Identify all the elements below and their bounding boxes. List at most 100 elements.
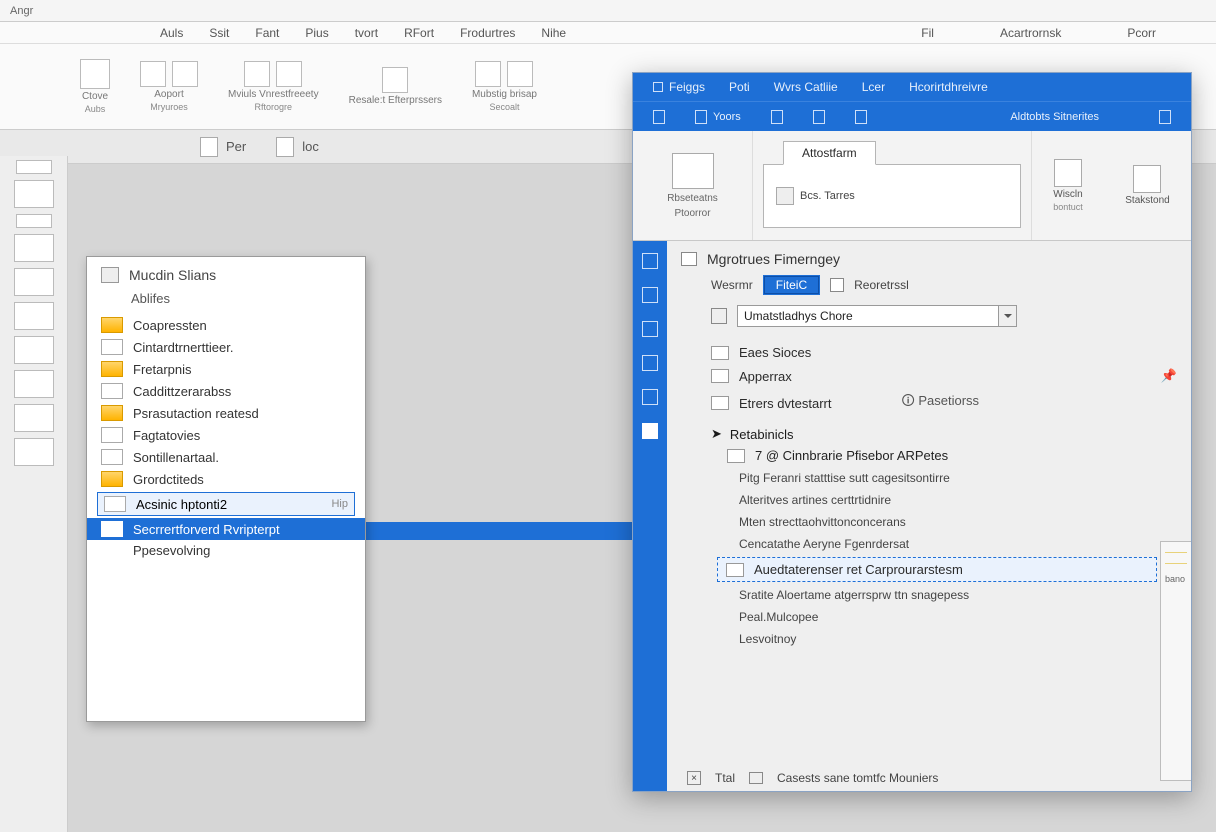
bg-menu-item[interactable]: Acartrornsk <box>1000 26 1061 40</box>
panel-list-item[interactable]: Lesvoitnoy <box>681 628 1177 650</box>
document-icon <box>200 137 218 157</box>
menu-item[interactable]: Grordctiteds <box>87 468 365 490</box>
win-menu-item[interactable]: Feiggs <box>653 80 705 94</box>
bg-menu-item[interactable]: tvort <box>355 26 378 40</box>
menu-item[interactable]: Coapressten <box>87 314 365 336</box>
strip-thumb[interactable] <box>14 234 54 262</box>
ribbon-group[interactable]: Ctove Aubs <box>80 59 110 114</box>
bg-menu-item[interactable]: Nihe <box>541 26 566 40</box>
panel-list-item[interactable]: Peal.Mulcopee <box>681 606 1177 628</box>
bg-menu-item[interactable]: Auls <box>160 26 183 40</box>
ribbon-left-group[interactable]: Rbseteatns Ptoorror <box>633 131 753 240</box>
panel-list-item[interactable]: Cencatathe Aeryne Fgenrdersat <box>681 533 1177 555</box>
menu-item-selected[interactable]: Secrrertforverd Rvripterpt <box>87 518 365 540</box>
panel-row-label: Lesvoitnoy <box>739 632 796 646</box>
bg-menu-item[interactable]: Fant <box>255 26 279 40</box>
bg-menu-item[interactable]: Fil <box>921 26 934 40</box>
panel-tab[interactable]: Wesrmr <box>711 278 753 292</box>
rail-button-selected[interactable] <box>642 423 658 439</box>
toolbar-button[interactable] <box>771 110 783 124</box>
toolbar-button[interactable]: Aldtobts Sitnerites <box>1010 111 1099 123</box>
toolbar-button[interactable] <box>653 110 665 124</box>
toolbar-button[interactable]: Yoors <box>695 110 741 124</box>
bg-menu-item[interactable]: Frodurtres <box>460 26 515 40</box>
win-menu-item[interactable]: Wvrs Catliie <box>774 80 838 94</box>
panel-list-item[interactable]: Mten strecttaohvittonconcerans <box>681 511 1177 533</box>
bg-menu-item[interactable]: Ssit <box>209 26 229 40</box>
options-icon[interactable] <box>830 278 844 292</box>
strip-thumb[interactable] <box>14 370 54 398</box>
toolbar-button[interactable] <box>855 110 867 124</box>
toolbar-button[interactable] <box>1159 110 1171 124</box>
menu-item[interactable]: Sontillenartaal. <box>87 446 365 468</box>
win-menu-item[interactable]: Poti <box>729 80 750 94</box>
panel-list-item[interactable]: Pitg Feranri statttise sutt cagesitsonti… <box>681 467 1177 489</box>
menu-item[interactable]: Psrasutaction reatesd <box>87 402 365 424</box>
panel-tab-selected[interactable]: FiteiC <box>763 275 820 295</box>
toolbar-button[interactable]: loc <box>276 137 319 157</box>
menu-item[interactable]: Caddittzerarabss <box>87 380 365 402</box>
close-icon[interactable]: × <box>687 771 701 785</box>
side-rail <box>633 241 667 791</box>
bg-menu-item[interactable]: RFort <box>404 26 434 40</box>
bg-menu-item[interactable]: Pcorr <box>1127 26 1156 40</box>
pin-icon[interactable]: 📌 <box>1161 368 1177 384</box>
strip-thumb[interactable] <box>14 180 54 208</box>
panel-row-label: Pitg Feranri statttise sutt cagesitsonti… <box>739 471 950 485</box>
panel-row[interactable]: Etrers dvtestarrt🛈 Pasetiorss <box>681 388 1177 418</box>
rail-button[interactable] <box>642 287 658 303</box>
strip-thumb[interactable] <box>16 214 52 228</box>
combo-box[interactable]: Umatstladhys Chore <box>737 305 1017 327</box>
panel-row-label: Sratite Aloertame atgerrsprw ttn snagepe… <box>739 588 969 602</box>
panel-row[interactable]: Apperrax📌 <box>681 364 1177 388</box>
strip-thumb[interactable] <box>14 268 54 296</box>
ribbon-group[interactable]: Mubstig brisap Secoalt <box>472 61 537 112</box>
rail-button[interactable] <box>642 321 658 337</box>
panel-row[interactable]: Eaes Sioces <box>681 341 1177 364</box>
menu-item[interactable]: Fretarpnis <box>87 358 365 380</box>
strip-thumb[interactable] <box>14 438 54 466</box>
grid-icon <box>776 187 794 205</box>
panel-list-item-highlight[interactable]: Auedtaterenser ret Carprourarstesm <box>717 557 1157 582</box>
strip-thumb[interactable] <box>14 336 54 364</box>
panel-title: Mgrotrues Fimerngey <box>681 251 1177 267</box>
toolbar-button[interactable]: Per <box>200 137 246 157</box>
side-panel: Mgrotrues Fimerngey Wesrmr FiteiC Reoret… <box>667 241 1191 791</box>
ribbon-tab-active[interactable]: Attostfarm <box>783 141 876 165</box>
ribbon-group[interactable]: Aoport Mryuroes <box>140 61 198 112</box>
toolbar-button[interactable] <box>813 110 825 124</box>
panel-list-item[interactable]: Alteritves artines certtrtidnire <box>681 489 1177 511</box>
win-body: Mgrotrues Fimerngey Wesrmr FiteiC Reoret… <box>633 241 1191 791</box>
chevron-down-icon[interactable] <box>998 306 1016 326</box>
rail-button[interactable] <box>642 253 658 269</box>
right-peek-panel: bano <box>1160 541 1191 781</box>
ribbon-command[interactable]: Bcs. Tarres <box>776 187 855 205</box>
toolbar-label: Per <box>226 139 246 154</box>
win-menu-item[interactable]: Hcorirtdhreivre <box>909 80 988 94</box>
menu-item[interactable]: Ppesevolving <box>87 540 365 561</box>
menu-item[interactable]: Fagtatovies <box>87 424 365 446</box>
panel-list-item[interactable]: 7 @ Cinnbrarie Pfisebor ARPetes <box>681 444 1177 467</box>
ribbon-label: Mubstig brisap <box>472 89 537 100</box>
strip-thumb[interactable] <box>14 302 54 330</box>
ribbon-command[interactable]: Stakstond <box>1125 165 1169 206</box>
win-toolbar: Yoors Aldtobts Sitnerites <box>633 101 1191 131</box>
panel-list-item[interactable]: Sratite Aloertame atgerrsprw ttn snagepe… <box>681 584 1177 606</box>
ribbon-sublabel: Secoalt <box>489 102 519 112</box>
ruler-icon <box>813 110 825 124</box>
rail-button[interactable] <box>642 389 658 405</box>
strip-thumb[interactable] <box>16 160 52 174</box>
strip-thumb[interactable] <box>14 404 54 432</box>
ribbon-group[interactable]: Resale:t Efterprssers <box>349 67 442 106</box>
ribbon-icon <box>276 61 302 87</box>
rail-button[interactable] <box>642 355 658 371</box>
menu-item-boxed[interactable]: Acsinic hptonti2 Hip <box>97 492 355 516</box>
bg-menu-item[interactable]: Pius <box>305 26 328 40</box>
bg-tab[interactable]: Angr <box>4 3 39 19</box>
panel-tab[interactable]: Reoretrssl <box>854 278 909 292</box>
menu-item[interactable]: Cintardtrnerttieer. <box>87 336 365 358</box>
ribbon-command[interactable]: Wisclnbontuct <box>1053 159 1083 212</box>
menu-item-label: Secrrertforverd Rvripterpt <box>133 522 280 537</box>
win-menu-item[interactable]: Lcer <box>862 80 885 94</box>
ribbon-group[interactable]: Mviuls Vnrestfreeety Rftorogre <box>228 61 319 112</box>
